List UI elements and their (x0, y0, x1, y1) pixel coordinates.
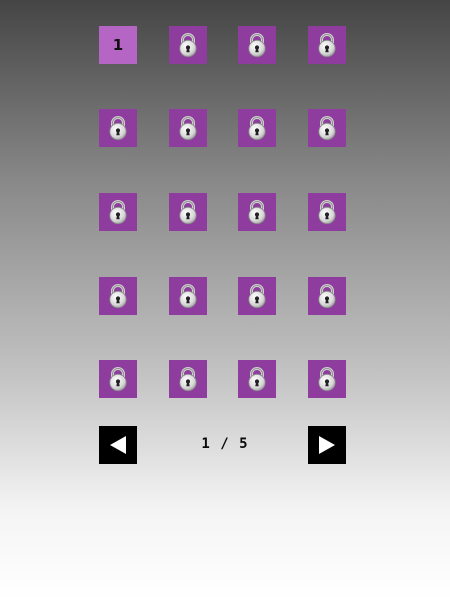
level-tile-locked[interactable] (169, 26, 207, 64)
level-tile-locked[interactable] (308, 277, 346, 315)
lock-icon (248, 284, 266, 309)
level-tile-locked[interactable] (238, 109, 276, 147)
level-grid: 1 (0, 0, 450, 420)
page-indicator: 1 / 5 (201, 436, 249, 452)
lock-icon (109, 200, 127, 225)
lock-icon (318, 284, 336, 309)
prev-page-button[interactable] (99, 426, 137, 464)
level-tile-locked[interactable] (238, 26, 276, 64)
level-tile-locked[interactable] (169, 109, 207, 147)
level-tile-locked[interactable] (99, 193, 137, 231)
lock-icon (318, 367, 336, 392)
lock-icon (318, 116, 336, 141)
level-tile-locked[interactable] (99, 109, 137, 147)
lock-icon (109, 284, 127, 309)
level-tile-1[interactable]: 1 (99, 26, 137, 64)
lock-icon (318, 200, 336, 225)
arrow-right-icon (319, 436, 335, 454)
arrow-left-icon (110, 436, 126, 454)
lock-icon (179, 367, 197, 392)
level-tile-locked[interactable] (169, 193, 207, 231)
level-tile-locked[interactable] (308, 193, 346, 231)
level-tile-locked[interactable] (238, 193, 276, 231)
lock-icon (109, 367, 127, 392)
level-tile-locked[interactable] (308, 360, 346, 398)
level-tile-locked[interactable] (308, 26, 346, 64)
next-page-button[interactable] (308, 426, 346, 464)
level-tile-locked[interactable] (169, 277, 207, 315)
lock-icon (318, 33, 336, 58)
lock-icon (248, 200, 266, 225)
level-tile-locked[interactable] (238, 360, 276, 398)
level-tile-locked[interactable] (238, 277, 276, 315)
lock-icon (248, 33, 266, 58)
lock-icon (248, 367, 266, 392)
lock-icon (179, 284, 197, 309)
level-tile-locked[interactable] (99, 277, 137, 315)
lock-icon (248, 116, 266, 141)
lock-icon (179, 33, 197, 58)
level-tile-locked[interactable] (169, 360, 207, 398)
lock-icon (179, 116, 197, 141)
lock-icon (179, 200, 197, 225)
level-number: 1 (112, 36, 124, 54)
level-tile-locked[interactable] (99, 360, 137, 398)
level-tile-locked[interactable] (308, 109, 346, 147)
lock-icon (109, 116, 127, 141)
